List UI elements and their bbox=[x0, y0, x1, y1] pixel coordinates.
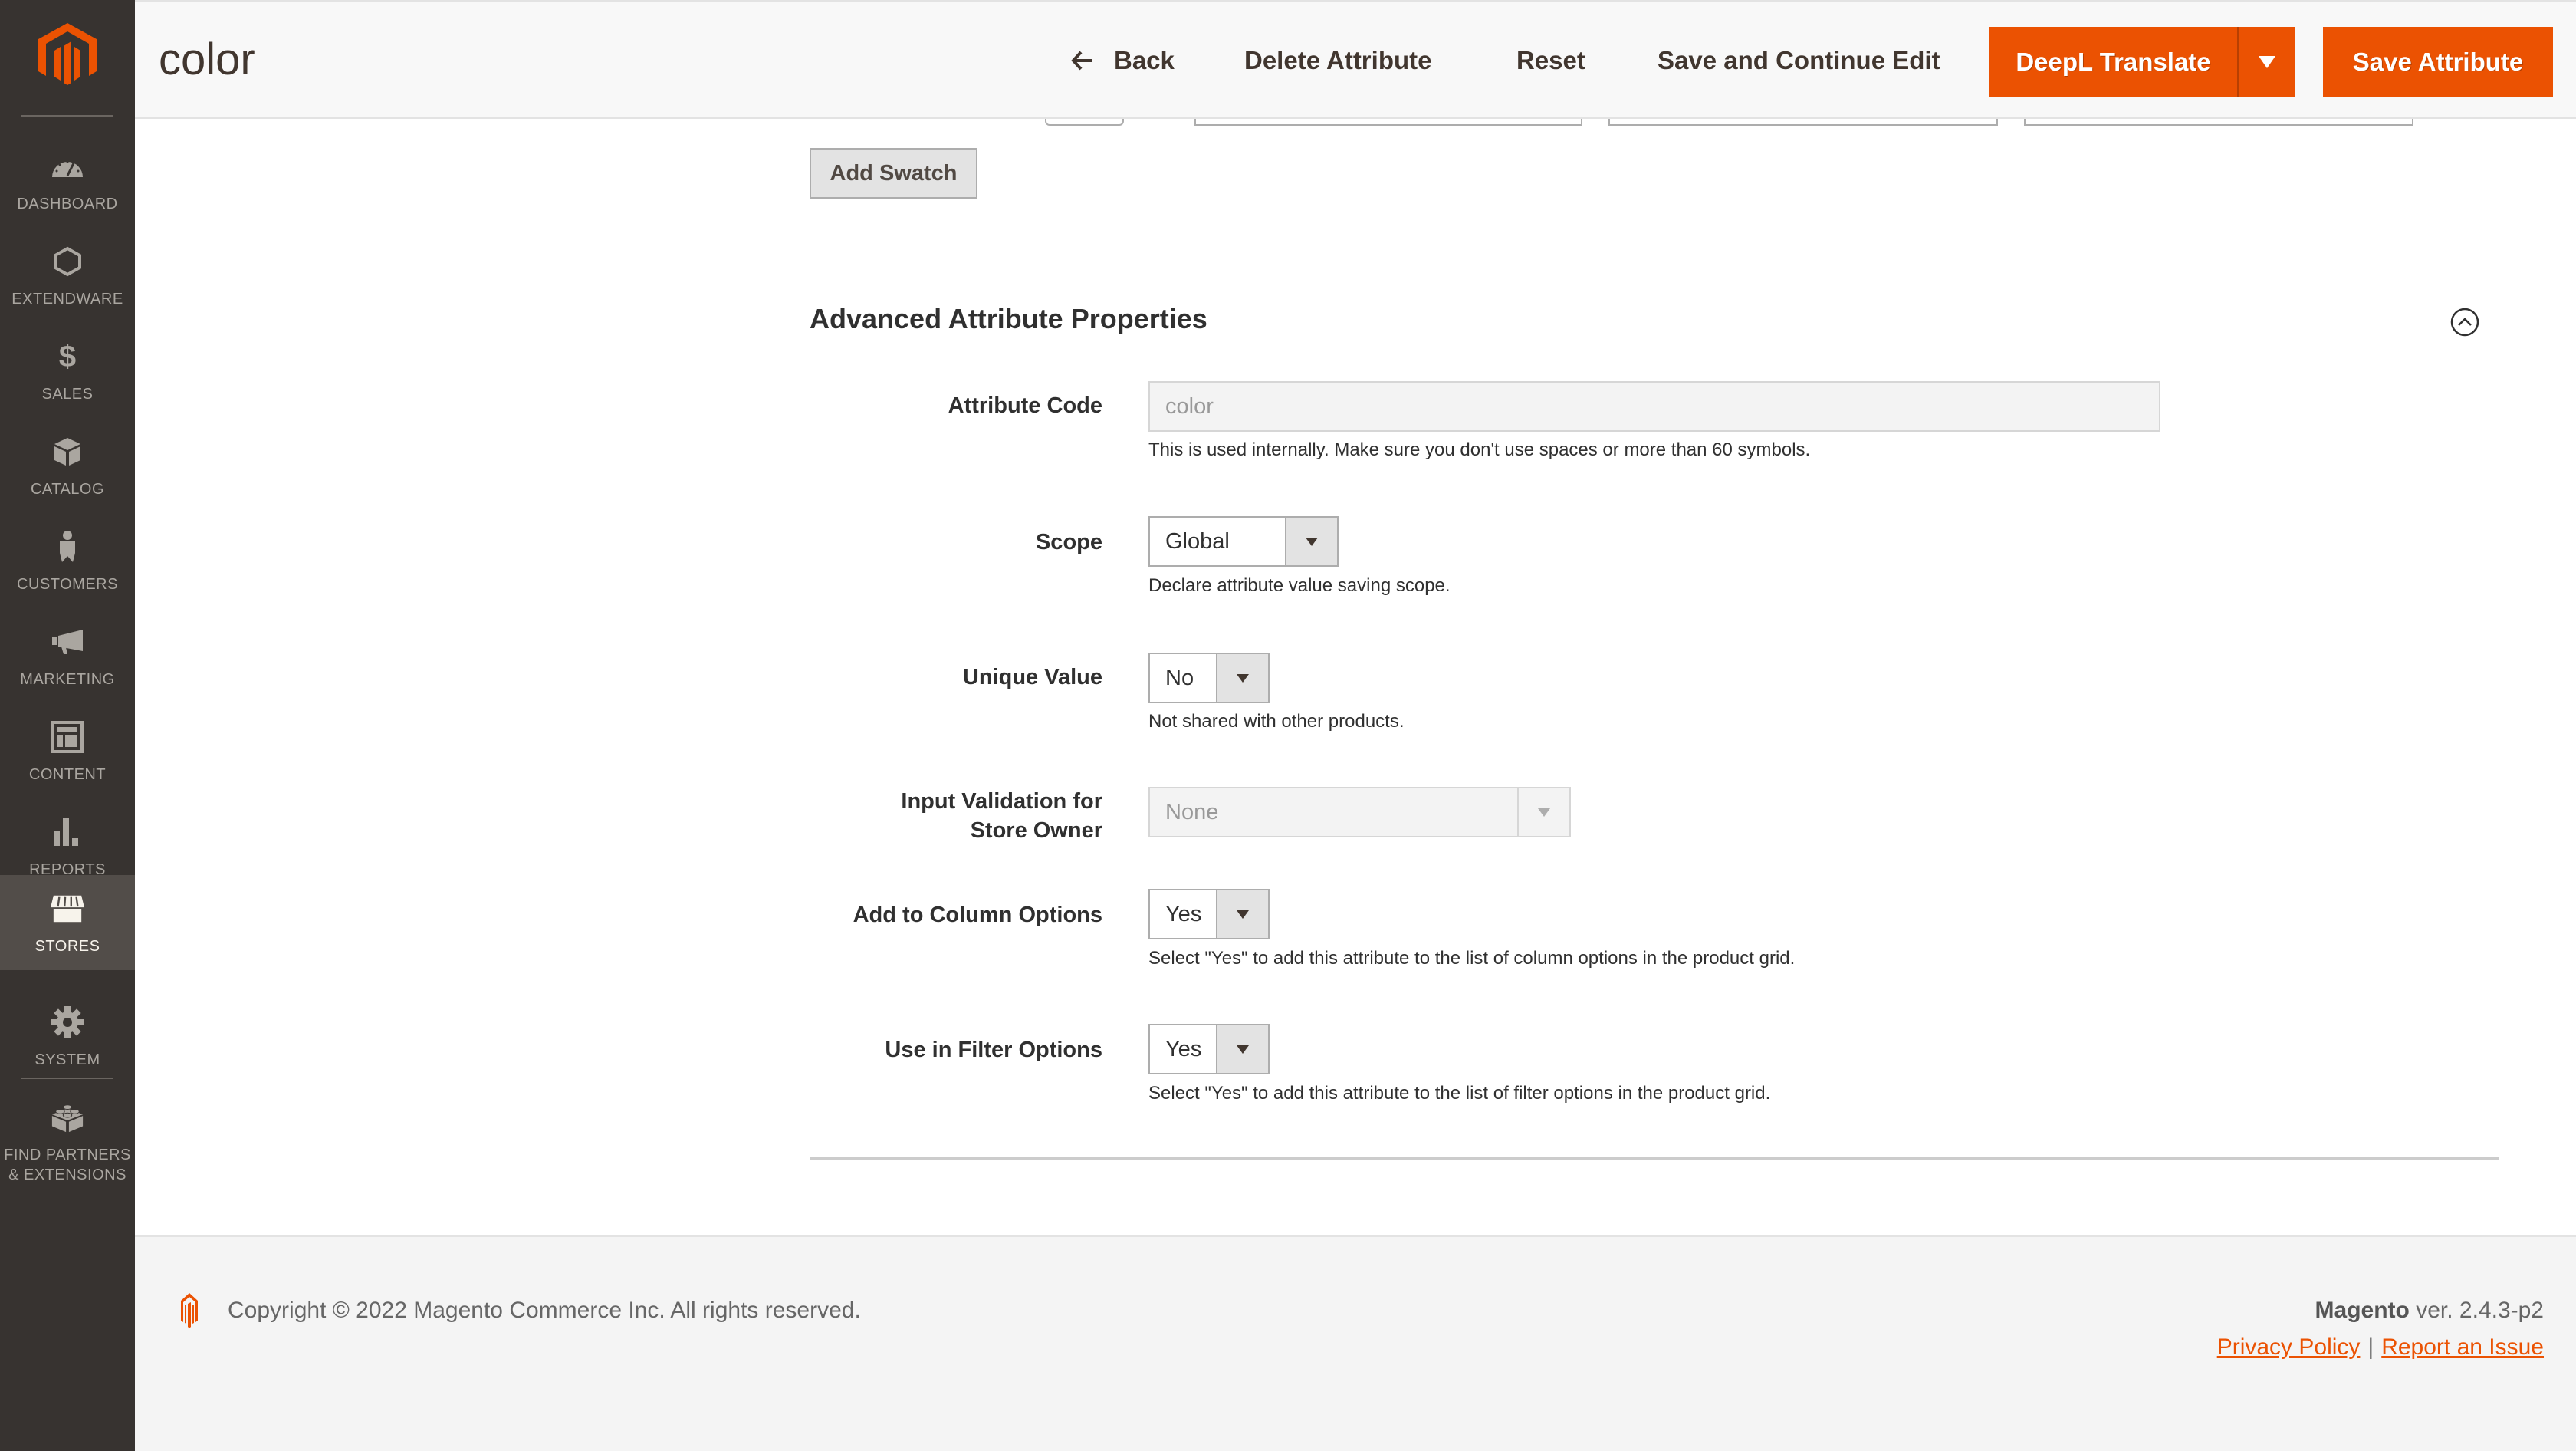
sidebar-item-extendware[interactable]: Extendware bbox=[0, 228, 135, 323]
link-separator: | bbox=[2367, 1334, 2374, 1360]
attribute-code-label: Attribute Code bbox=[948, 393, 1102, 418]
sidebar-item-stores[interactable]: Stores bbox=[0, 875, 135, 970]
attribute-code-input[interactable]: color bbox=[1148, 381, 2160, 432]
attribute-code-note: This is used internally. Make sure you d… bbox=[1148, 439, 1811, 460]
sidebar-item-label: Content bbox=[28, 766, 107, 783]
deepl-translate-button[interactable]: DeepL Translate bbox=[1990, 27, 2237, 97]
partial-swatch-control[interactable] bbox=[1045, 119, 1124, 126]
version-number: ver. 2.4.3-p2 bbox=[2416, 1298, 2544, 1323]
unique-value-select[interactable]: No bbox=[1148, 653, 1270, 703]
label-line-1: Find Partners bbox=[4, 1147, 131, 1163]
save-attribute-button[interactable]: Save Attribute bbox=[2323, 27, 2553, 97]
store-icon bbox=[51, 892, 84, 926]
dollar-icon: $ bbox=[58, 339, 77, 373]
scope-select[interactable]: Global bbox=[1148, 516, 1339, 567]
magento-logo-icon bbox=[181, 1293, 198, 1328]
sidebar-item-content[interactable]: Content bbox=[0, 703, 135, 798]
dashboard-icon bbox=[51, 150, 84, 183]
page-title: color bbox=[159, 35, 255, 84]
back-button[interactable]: Back bbox=[1114, 42, 1175, 79]
label-line-2: & Extensions bbox=[8, 1166, 127, 1183]
layout-icon bbox=[51, 720, 84, 754]
input-validation-value: None bbox=[1165, 799, 1219, 824]
box-icon bbox=[51, 435, 84, 469]
label-line-1: Input Validation for bbox=[901, 789, 1102, 814]
sidebar-item-label: Marketing bbox=[20, 671, 115, 688]
sidebar-item-label: System bbox=[34, 1051, 100, 1068]
add-to-column-note: Select "Yes" to add this attribute to th… bbox=[1148, 948, 1796, 969]
caret-down-icon bbox=[2258, 56, 2275, 68]
brand-name: Magento bbox=[2315, 1298, 2410, 1323]
use-in-filter-note: Select "Yes" to add this attribute to th… bbox=[1148, 1083, 1771, 1104]
partial-input[interactable] bbox=[1194, 119, 1582, 126]
report-issue-link[interactable]: Report an Issue bbox=[2381, 1334, 2544, 1360]
gear-icon bbox=[51, 1005, 84, 1039]
sidebar-item-label: Sales bbox=[41, 386, 94, 403]
use-in-filter-value: Yes bbox=[1165, 1036, 1202, 1061]
sidebar-item-marketing[interactable]: Marketing bbox=[0, 608, 135, 703]
section-divider bbox=[810, 1157, 2499, 1160]
lego-block-icon bbox=[51, 1101, 84, 1134]
sidebar-item-dashboard[interactable]: Dashboard bbox=[0, 133, 135, 228]
magento-logo-icon[interactable] bbox=[38, 23, 97, 87]
caret-down-icon bbox=[1216, 654, 1268, 702]
scope-note: Declare attribute value saving scope. bbox=[1148, 575, 1451, 596]
input-validation-select[interactable]: None bbox=[1148, 787, 1571, 837]
section-title[interactable]: Advanced Attribute Properties bbox=[810, 301, 1208, 337]
sidebar-item-find-partners[interactable]: Find Partners & Extensions bbox=[0, 1084, 135, 1191]
person-icon bbox=[51, 530, 84, 564]
sidebar-item-label: Customers bbox=[17, 576, 118, 593]
partial-input[interactable] bbox=[2024, 119, 2413, 126]
deepl-dropdown-toggle[interactable] bbox=[2237, 27, 2295, 97]
scope-value: Global bbox=[1165, 528, 1230, 554]
page-header: color Back Delete Attribute Reset Save a… bbox=[135, 0, 2576, 119]
add-to-column-label: Add to Column Options bbox=[853, 903, 1102, 927]
add-swatch-button[interactable]: Add Swatch bbox=[810, 148, 978, 199]
sidebar-item-system[interactable]: System bbox=[0, 989, 135, 1084]
sidebar-item-catalog[interactable]: Catalog bbox=[0, 418, 135, 513]
add-to-column-value: Yes bbox=[1165, 901, 1202, 926]
delete-attribute-button[interactable]: Delete Attribute bbox=[1244, 42, 1431, 79]
chevron-up-circle-icon[interactable] bbox=[2450, 308, 2479, 337]
sidebar-item-label: Catalog bbox=[30, 481, 105, 498]
sidebar-item-customers[interactable]: Customers bbox=[0, 513, 135, 608]
footer-links: Privacy Policy | Report an Issue bbox=[2217, 1332, 2544, 1363]
megaphone-icon bbox=[51, 625, 84, 659]
add-to-column-select[interactable]: Yes bbox=[1148, 889, 1270, 939]
unique-value-label: Unique Value bbox=[962, 665, 1102, 689]
copyright-text: Copyright © 2022 Magento Commerce Inc. A… bbox=[228, 1298, 861, 1323]
sidebar-divider bbox=[21, 1078, 113, 1079]
sidebar-item-label: Stores bbox=[34, 938, 100, 955]
save-and-continue-button[interactable]: Save and Continue Edit bbox=[1658, 42, 1940, 79]
caret-down-icon bbox=[1216, 1025, 1268, 1073]
version-info: Magento ver. 2.4.3-p2 bbox=[2315, 1295, 2544, 1326]
sidebar-item-sales[interactable]: $ Sales bbox=[0, 323, 135, 418]
arrow-left-icon[interactable] bbox=[1070, 47, 1095, 74]
caret-down-icon bbox=[1216, 890, 1268, 938]
label-line-2: Store Owner bbox=[970, 818, 1102, 843]
scope-label: Scope bbox=[1035, 530, 1102, 554]
unique-value-note: Not shared with other products. bbox=[1148, 711, 1405, 732]
use-in-filter-select[interactable]: Yes bbox=[1148, 1024, 1270, 1074]
unique-value-value: No bbox=[1165, 665, 1194, 690]
partial-input[interactable] bbox=[1608, 119, 1998, 126]
caret-down-icon bbox=[1285, 518, 1337, 565]
input-validation-label: Input Validation for Store Owner bbox=[901, 787, 1102, 845]
sidebar-divider bbox=[21, 115, 113, 117]
reset-button[interactable]: Reset bbox=[1516, 42, 1585, 79]
bar-chart-icon bbox=[51, 815, 84, 849]
privacy-policy-link[interactable]: Privacy Policy bbox=[2217, 1334, 2361, 1360]
attribute-code-value: color bbox=[1165, 393, 1214, 419]
sidebar-item-label: Dashboard bbox=[17, 196, 118, 212]
sidebar-item-label: Extendware bbox=[12, 291, 123, 308]
caret-down-icon bbox=[1517, 788, 1569, 836]
admin-sidebar: Dashboard Extendware $ Sales Catalog Cus… bbox=[0, 0, 135, 1451]
page-footer: Copyright © 2022 Magento Commerce Inc. A… bbox=[135, 1235, 2576, 1451]
use-in-filter-label: Use in Filter Options bbox=[885, 1038, 1102, 1062]
sidebar-item-label: Find Partners & Extensions bbox=[0, 1145, 135, 1185]
hexagon-icon bbox=[51, 245, 84, 278]
